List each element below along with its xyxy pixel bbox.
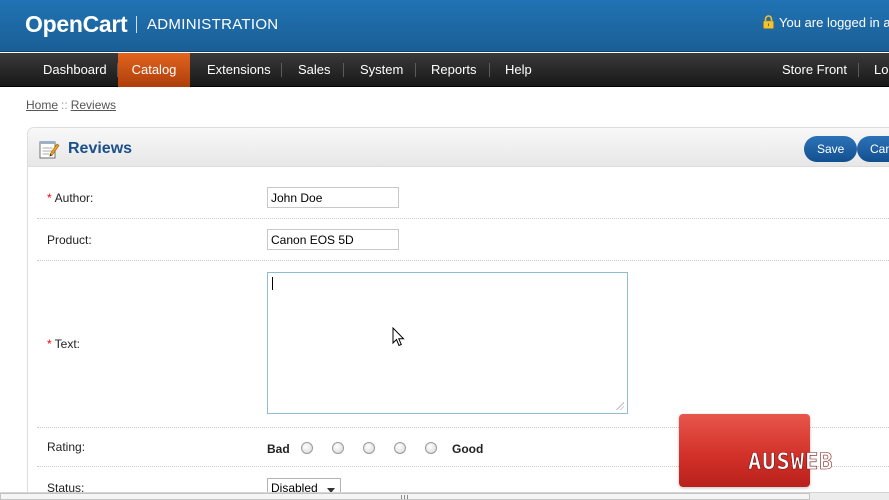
menu-item-catalog[interactable]: Catalog bbox=[118, 53, 190, 87]
author-input[interactable] bbox=[267, 187, 399, 208]
rating-label: Rating: bbox=[47, 440, 86, 454]
logo-subtitle: ADMINISTRATION bbox=[147, 16, 279, 33]
cancel-button[interactable]: Can bbox=[857, 136, 889, 162]
menu-item-sales[interactable]: Sales bbox=[298, 53, 331, 87]
resize-grip-icon[interactable] bbox=[616, 402, 624, 410]
lock-icon bbox=[763, 15, 774, 29]
scrollbar-thumb[interactable] bbox=[0, 493, 810, 500]
breadcrumb: Home:: Reviews bbox=[26, 98, 116, 112]
mouse-pointer-icon bbox=[392, 327, 405, 347]
breadcrumb-reviews-link[interactable]: Reviews bbox=[71, 98, 116, 112]
opencart-logo[interactable]: OpenCart bbox=[25, 11, 128, 38]
scrollbar-grip-icon bbox=[401, 495, 409, 499]
rating-radio-2[interactable] bbox=[332, 442, 344, 454]
login-text: You are logged in as bbox=[779, 15, 889, 30]
save-button[interactable]: Save bbox=[804, 136, 858, 162]
required-marker: * bbox=[47, 337, 52, 351]
required-marker: * bbox=[47, 191, 52, 205]
text-label: * Text: bbox=[47, 337, 80, 351]
rating-low-label: Bad bbox=[267, 442, 290, 456]
text-caret bbox=[272, 277, 273, 290]
admin-header: OpenCart ADMINISTRATION You are logged i… bbox=[0, 0, 889, 52]
menu-divider bbox=[858, 63, 859, 77]
logo-divider bbox=[136, 16, 137, 33]
menu-item-reports[interactable]: Reports bbox=[431, 53, 477, 87]
menu-divider bbox=[415, 63, 416, 77]
login-status: You are logged in as bbox=[762, 15, 889, 30]
row-divider bbox=[37, 218, 889, 219]
menu-item-dashboard[interactable]: Dashboard bbox=[43, 53, 107, 87]
rating-radio-1[interactable] bbox=[301, 442, 313, 454]
horizontal-scrollbar[interactable] bbox=[0, 492, 889, 500]
breadcrumb-home-link[interactable]: Home bbox=[26, 98, 58, 112]
row-divider bbox=[37, 260, 889, 261]
author-label-text: Author: bbox=[54, 191, 94, 205]
product-input[interactable] bbox=[267, 229, 399, 250]
menu-item-store-front[interactable]: Store Front bbox=[782, 53, 847, 87]
product-label: Product: bbox=[47, 233, 92, 247]
menu-item-extensions[interactable]: Extensions bbox=[207, 53, 271, 87]
text-label-text: Text: bbox=[54, 337, 81, 351]
rating-radio-3[interactable] bbox=[363, 442, 375, 454]
author-label: * Author: bbox=[47, 191, 93, 205]
rating-radio-4[interactable] bbox=[394, 442, 406, 454]
panel-heading: Reviews Save Can bbox=[28, 128, 889, 167]
menu-divider bbox=[343, 63, 344, 77]
rating-radio-5[interactable] bbox=[425, 442, 437, 454]
panel-title: Reviews bbox=[68, 140, 133, 157]
menu-divider bbox=[489, 63, 490, 77]
menu-divider bbox=[281, 63, 282, 77]
breadcrumb-separator: :: bbox=[61, 98, 68, 112]
menu-item-system[interactable]: System bbox=[360, 53, 403, 87]
review-text-area[interactable] bbox=[267, 272, 628, 414]
rating-high-label: Good bbox=[452, 442, 484, 456]
main-menu: Dashboard Catalog Extensions Sales Syste… bbox=[0, 53, 889, 87]
notepad-pencil-icon bbox=[39, 141, 60, 159]
ausweb-logo-text: AUSWEB bbox=[748, 450, 833, 473]
ausweb-logo: AUSWEB bbox=[748, 450, 833, 473]
menu-item-help[interactable]: Help bbox=[505, 53, 532, 87]
menu-item-logout[interactable]: Lo bbox=[874, 53, 888, 87]
